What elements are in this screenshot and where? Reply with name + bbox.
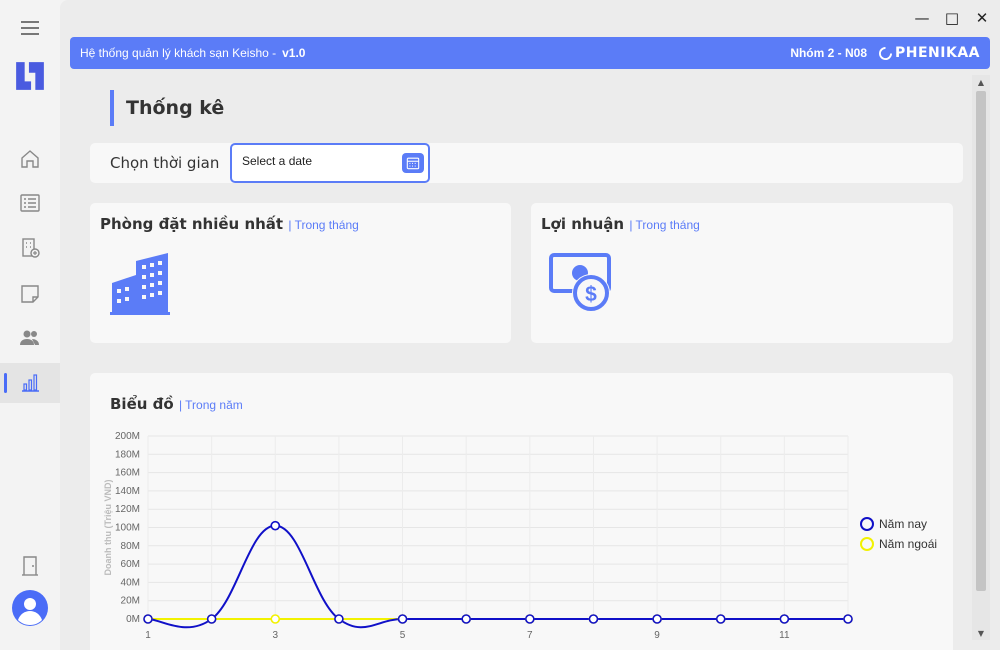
y-tick-label: 40M [121, 577, 140, 588]
maximize-button[interactable]: □ [944, 8, 960, 28]
revenue-line-chart: 0M 20M 40M 60M 80M 100M 120M 140M 160M 180M 200M 1 3… [103, 431, 937, 641]
door-exit-icon[interactable] [0, 546, 60, 586]
menu-icon[interactable] [0, 8, 60, 48]
calendar-icon[interactable] [402, 153, 424, 173]
scroll-up-arrow[interactable]: ▲ [972, 75, 990, 89]
close-button[interactable]: ✕ [974, 8, 990, 28]
data-point [334, 614, 344, 624]
date-filter-bar: Chọn thời gian Select a date [90, 143, 963, 183]
y-tick-label: 120M [115, 504, 140, 515]
date-picker-input[interactable]: Select a date [230, 143, 430, 183]
data-point [206, 614, 217, 624]
y-tick-label: 100M [115, 523, 140, 534]
window-controls: — □ ✕ [914, 8, 990, 28]
chart-icon[interactable] [0, 363, 60, 403]
legend-marker [860, 537, 874, 551]
data-point [779, 614, 790, 624]
series-line-0 [147, 524, 848, 629]
x-tick-label: 7 [527, 630, 533, 641]
vertical-scrollbar[interactable]: ▲ ▼ [972, 75, 990, 640]
y-tick-label: 140M [115, 486, 140, 497]
room-add-icon[interactable] [0, 228, 60, 268]
users-icon[interactable] [0, 318, 60, 358]
date-label: Chọn thời gian [110, 154, 220, 172]
data-point [270, 520, 281, 531]
y-tick-label: 0M [126, 614, 140, 625]
sidebar [0, 0, 60, 650]
svg-text:$: $ [585, 283, 597, 306]
x-tick-label: 11 [779, 630, 790, 641]
y-tick-label: 60M [121, 559, 140, 570]
x-tick-label: 1 [145, 630, 151, 641]
profit-subtitle: | Trong tháng [629, 218, 700, 232]
x-tick-label: 5 [400, 630, 406, 641]
legend-marker [860, 517, 874, 531]
data-point [588, 614, 599, 624]
revenue-chart-card: Biểu đồ | Trong năm 0M 20M 40M 60M 80M 100M 12… [90, 373, 953, 650]
legend-label: Năm ngoái [879, 537, 937, 551]
app-header: Hệ thống quản lý khách sạn Keisho - v1.0… [70, 37, 990, 69]
list-icon[interactable] [0, 183, 60, 223]
profit-title: Lợi nhuận | Trong tháng [541, 215, 700, 233]
most-booked-title: Phòng đặt nhiều nhất | Trong tháng [100, 215, 359, 233]
most-booked-room-card: Phòng đặt nhiều nhất | Trong tháng [90, 203, 511, 343]
date-placeholder: Select a date [242, 154, 313, 168]
money-icon: $ [549, 253, 611, 312]
legend-label: Năm nay [879, 517, 927, 531]
x-tick-label: 9 [654, 630, 660, 641]
y-tick-label: 160M [115, 468, 140, 479]
y-tick-label: 200M [115, 431, 140, 442]
data-point [143, 614, 153, 624]
data-point [715, 614, 726, 624]
most-booked-title-text: Phòng đặt nhiều nhất [100, 215, 284, 233]
phenikaa-logo-icon [879, 46, 892, 60]
x-tick-label: 3 [272, 630, 278, 641]
app-version: v1.0 [282, 46, 306, 60]
profit-title-text: Lợi nhuận [541, 215, 625, 233]
minimize-button[interactable]: — [914, 8, 930, 28]
group-label: Nhóm 2 - N08 [790, 46, 867, 60]
data-point [843, 614, 853, 624]
most-booked-subtitle: | Trong tháng [288, 218, 359, 232]
content-area: Thống kê Chọn thời gian Select a date Ph… [90, 80, 970, 650]
app-logo [0, 56, 60, 96]
data-point [652, 614, 662, 624]
note-icon[interactable] [0, 274, 60, 314]
main-panel: — □ ✕ Hệ thống quản lý khách sạn Keisho … [60, 0, 1000, 650]
scroll-thumb[interactable] [976, 91, 986, 591]
y-tick-label: 80M [121, 541, 140, 552]
scroll-down-arrow[interactable]: ▼ [972, 626, 990, 640]
building-icon [110, 253, 170, 315]
phenikaa-logo: PHENIKAA [879, 45, 980, 61]
data-point [270, 614, 281, 624]
data-point [461, 614, 471, 624]
home-icon[interactable] [0, 139, 60, 179]
y-tick-label: 180M [115, 449, 140, 460]
app-title: Hệ thống quản lý khách sạn Keisho - [80, 46, 277, 60]
page-title: Thống kê [110, 90, 224, 126]
brand-text: PHENIKAA [895, 45, 980, 61]
y-axis-label: Doanh thu (Triệu VND) [103, 480, 113, 576]
avatar[interactable] [0, 588, 60, 628]
profit-card: Lợi nhuận | Trong tháng $ [531, 203, 953, 343]
y-tick-label: 20M [121, 596, 140, 607]
data-point [525, 614, 535, 624]
data-point [397, 614, 408, 624]
